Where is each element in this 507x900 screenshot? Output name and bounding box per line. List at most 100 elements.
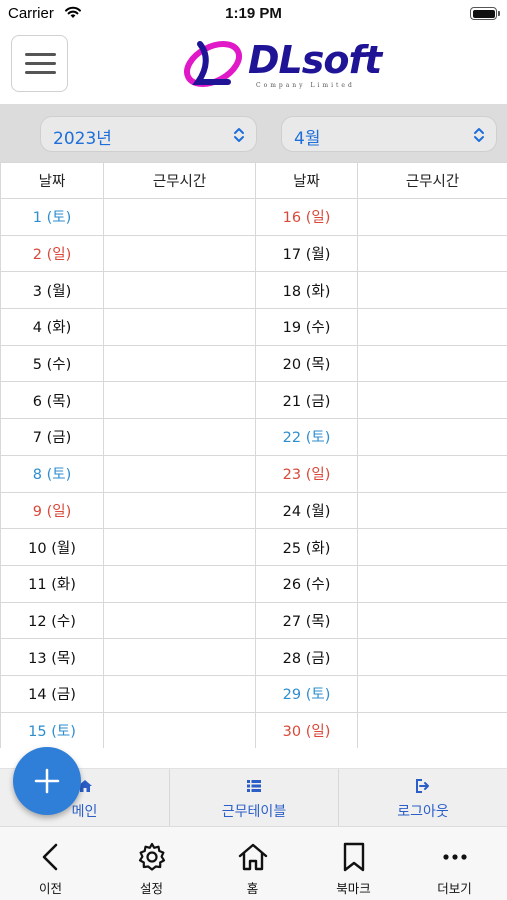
back-label: 이전	[38, 881, 62, 896]
work-hours-cell[interactable]	[357, 418, 507, 456]
date-cell: 3 (월)	[0, 271, 104, 310]
work-hours-cell[interactable]	[103, 344, 256, 383]
work-hours-cell[interactable]	[103, 528, 256, 566]
work-hours-cell[interactable]	[357, 491, 507, 530]
table-header-row: 날짜 근무시간 날짜 근무시간	[0, 162, 507, 199]
work-hours-cell[interactable]	[103, 271, 256, 310]
settings-label: 설정	[139, 881, 163, 896]
more-icon	[442, 854, 467, 860]
column-header-hours: 근무시간	[357, 162, 507, 199]
work-hours-cell[interactable]	[103, 308, 256, 346]
month-select[interactable]: 4월	[281, 116, 497, 152]
date-cell: 2 (일)	[0, 234, 104, 273]
plus-icon	[34, 768, 60, 794]
menu-line	[25, 71, 56, 74]
date-cell: 26 (수)	[255, 564, 358, 603]
date-cell: 27 (목)	[255, 601, 358, 640]
date-cell: 7 (금)	[0, 418, 104, 456]
work-hours-cell[interactable]	[103, 234, 256, 273]
tab-logout[interactable]: 로그아웃	[338, 769, 507, 827]
date-cell: 29 (토)	[255, 674, 358, 713]
work-hours-cell[interactable]	[357, 528, 507, 566]
list-icon	[247, 780, 261, 792]
date-cell: 16 (일)	[255, 198, 358, 236]
date-cell: 15 (토)	[0, 711, 104, 748]
logout-icon	[416, 779, 429, 793]
date-cell: 4 (화)	[0, 308, 104, 346]
date-cell: 25 (화)	[255, 528, 358, 566]
table-row: 2 (일) 17 (월)	[0, 234, 507, 273]
more-label: 더보기	[437, 881, 472, 896]
date-cell: 8 (토)	[0, 454, 104, 493]
table-row: 5 (수) 20 (목)	[0, 344, 507, 383]
work-hours-cell[interactable]	[357, 308, 507, 346]
work-hours-cell[interactable]	[103, 418, 256, 456]
table-row: 13 (목) 28 (금)	[0, 638, 507, 676]
table-body: 1 (토) 16 (일) 2 (일) 17 (월) 3 (월) 18 (화) 4 (화) 19…	[0, 198, 507, 748]
table-row: 14 (금) 29 (토)	[0, 674, 507, 713]
date-cell: 9 (일)	[0, 491, 104, 530]
date-cell: 5 (수)	[0, 344, 104, 383]
table-row: 12 (수) 27 (목)	[0, 601, 507, 640]
work-hours-cell[interactable]	[357, 454, 507, 493]
bookmark-label: 북마크	[336, 881, 371, 896]
date-cell: 19 (수)	[255, 308, 358, 346]
work-hours-cell[interactable]	[357, 381, 507, 420]
date-cell: 30 (일)	[255, 711, 358, 748]
work-hours-cell[interactable]	[357, 638, 507, 676]
work-hours-cell[interactable]	[357, 564, 507, 603]
table-row: 1 (토) 16 (일)	[0, 198, 507, 236]
date-selector-bar: 2023년 4월	[0, 104, 507, 162]
work-hours-cell[interactable]	[357, 601, 507, 640]
home-icon	[238, 843, 267, 871]
work-hours-cell[interactable]	[103, 454, 256, 493]
table-row: 9 (일) 24 (월)	[0, 491, 507, 530]
work-hours-cell[interactable]	[103, 491, 256, 530]
column-header-hours: 근무시간	[103, 162, 256, 199]
tab-work-table-label: 근무테이블	[221, 804, 287, 820]
work-hours-cell[interactable]	[103, 711, 256, 748]
year-select[interactable]: 2023년	[40, 116, 257, 152]
work-hours-cell[interactable]	[357, 271, 507, 310]
work-hours-cell[interactable]	[103, 198, 256, 236]
status-bar: Carrier 1:19 PM	[0, 0, 507, 28]
date-cell: 20 (목)	[255, 344, 358, 383]
gear-icon	[138, 842, 165, 871]
work-hours-cell[interactable]	[103, 674, 256, 713]
work-hours-cell[interactable]	[103, 564, 256, 603]
menu-line	[25, 53, 56, 56]
work-hours-cell[interactable]	[103, 381, 256, 420]
work-hours-cell[interactable]	[357, 234, 507, 273]
date-cell: 17 (월)	[255, 234, 358, 273]
date-cell: 11 (화)	[0, 564, 104, 603]
work-hours-cell[interactable]	[103, 601, 256, 640]
work-hours-cell[interactable]	[357, 711, 507, 748]
work-hours-cell[interactable]	[103, 638, 256, 676]
home-button[interactable]: 홈	[202, 827, 303, 900]
table-row: 3 (월) 18 (화)	[0, 271, 507, 310]
work-hours-cell[interactable]	[357, 674, 507, 713]
work-hours-cell[interactable]	[357, 344, 507, 383]
logo-text: DLsoft	[248, 38, 382, 82]
add-button[interactable]	[13, 747, 81, 815]
more-button[interactable]: 더보기	[404, 827, 505, 900]
hamburger-menu-button[interactable]	[11, 35, 68, 92]
date-cell: 13 (목)	[0, 638, 104, 676]
column-header-date: 날짜	[255, 162, 358, 199]
table-row: 11 (화) 26 (수)	[0, 564, 507, 603]
bookmark-button[interactable]: 북마크	[303, 827, 404, 900]
table-row: 7 (금) 22 (토)	[0, 418, 507, 456]
battery-icon	[470, 7, 500, 20]
app-header: DLsoft Company Limited	[0, 28, 507, 104]
home-label: 홈	[246, 881, 259, 896]
column-header-date: 날짜	[0, 162, 104, 199]
table-row: 6 (목) 21 (금)	[0, 381, 507, 420]
settings-button[interactable]: 설정	[101, 827, 202, 900]
work-table: 날짜 근무시간 날짜 근무시간 1 (토) 16 (일) 2 (일) 17 (월) 3 …	[0, 162, 507, 748]
tab-logout-label: 로그아웃	[397, 804, 449, 820]
work-hours-cell[interactable]	[357, 198, 507, 236]
date-cell: 18 (화)	[255, 271, 358, 310]
tab-work-table[interactable]: 근무테이블	[169, 769, 338, 827]
bottom-toolbar: 이전 설정 홈 북마크 더보기	[0, 826, 507, 900]
back-button[interactable]: 이전	[0, 827, 101, 900]
